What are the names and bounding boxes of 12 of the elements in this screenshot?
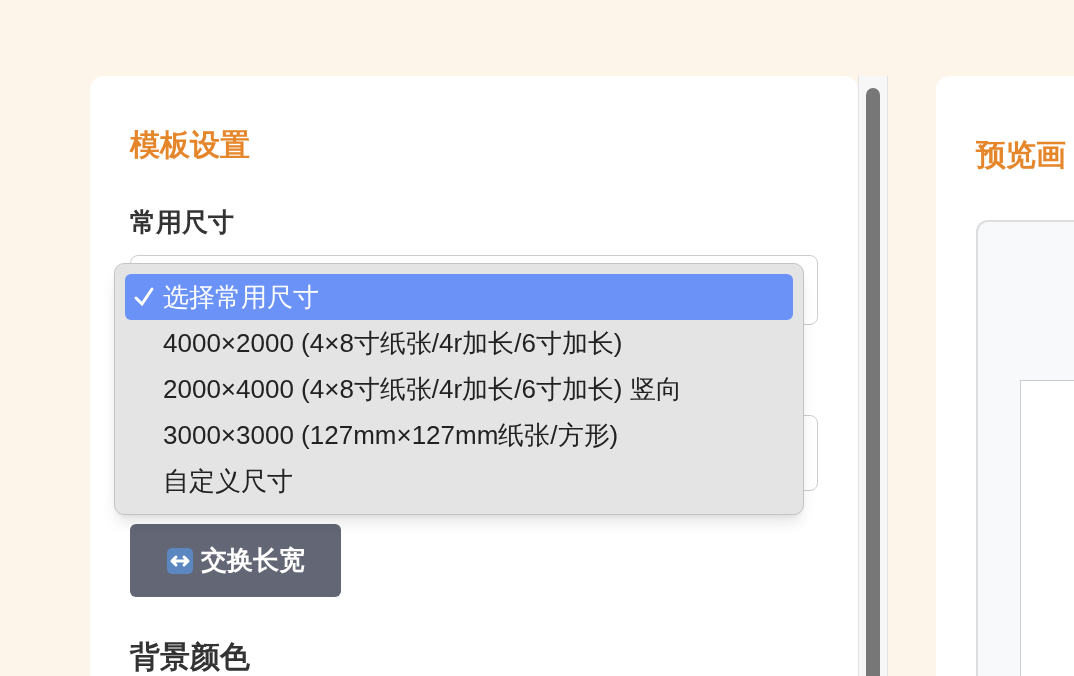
swap-button[interactable]: 交换长宽 [130,524,341,597]
check-icon [133,286,155,308]
scrollbar-thumb[interactable] [866,88,880,676]
field-label: 背景颜色 [130,639,250,675]
panel-title: 模板设置 [130,127,250,163]
dropdown-option[interactable]: 自定义尺寸 [125,458,793,504]
dropdown-option[interactable]: 2000×4000 (4×8寸纸张/4r加长/6寸加长) 竖向 [125,366,793,412]
dropdown-option[interactable]: 4000×2000 (4×8寸纸张/4r加长/6寸加长) [125,320,793,366]
swap-icon [166,547,193,574]
field-label: 常用尺寸 [130,206,234,239]
dropdown-option[interactable]: 3000×3000 (127mm×127mm纸张/方形) [125,412,793,458]
panel-title: 预览画 [976,137,1066,173]
